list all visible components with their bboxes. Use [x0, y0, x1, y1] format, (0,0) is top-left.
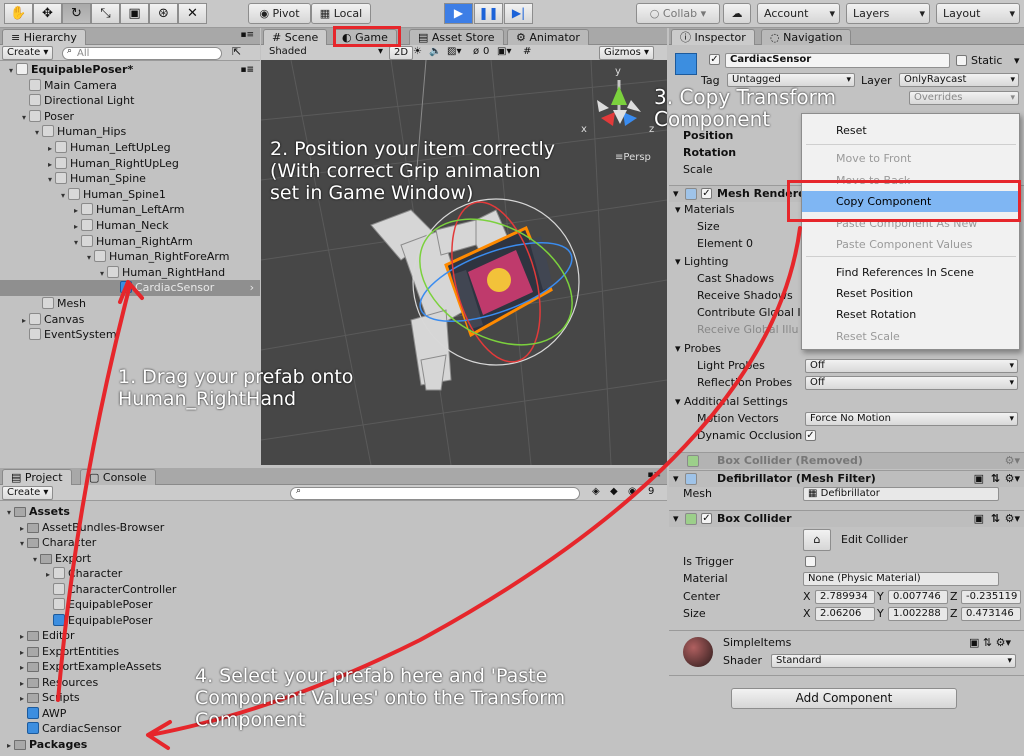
step2-line1: 2. Position your item correctly [270, 138, 555, 160]
step1-annotation: 1. Drag your prefab onto Human_RightHand [118, 366, 353, 410]
step4-annotation: 4. Select your prefab here and 'Paste Co… [195, 665, 565, 731]
step4-line1: 4. Select your prefab here and 'Paste [195, 665, 548, 687]
arrow-step1-head [118, 280, 144, 304]
game-tab-highlight [333, 26, 401, 47]
step3-line2: Component [654, 107, 771, 131]
step2-annotation: 2. Position your item correctly (With co… [270, 138, 555, 204]
step2-line3: set in Game Window) [270, 182, 474, 204]
step1-line2: Human_RightHand [118, 388, 297, 410]
arrow-step4-line [148, 226, 802, 737]
step3-annotation: 3. Copy Transform Component [654, 86, 836, 130]
step2-line2: (With correct Grip animation [270, 160, 541, 182]
copy-component-highlight [787, 180, 1021, 222]
step4-line3: Component [195, 709, 306, 731]
step3-line1: 3. Copy Transform [654, 85, 837, 109]
arrow-step1-line [56, 283, 132, 702]
step4-line2: Component Values' onto the Transform [195, 687, 566, 709]
step1-line1: 1. Drag your prefab onto [118, 366, 354, 388]
